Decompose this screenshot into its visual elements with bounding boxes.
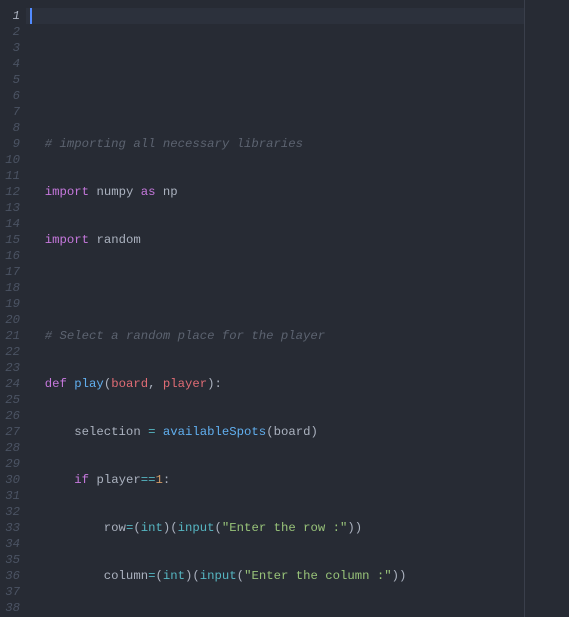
line-number: 7 bbox=[0, 104, 20, 120]
line-number: 1 bbox=[0, 8, 20, 24]
line-number: 21 bbox=[0, 328, 20, 344]
line-number: 18 bbox=[0, 280, 20, 296]
code-line: # importing all necessary libraries bbox=[30, 136, 524, 152]
line-number: 19 bbox=[0, 296, 20, 312]
line-number: 26 bbox=[0, 408, 20, 424]
line-number: 10 bbox=[0, 152, 20, 168]
line-number: 3 bbox=[0, 40, 20, 56]
line-number: 32 bbox=[0, 504, 20, 520]
line-number: 6 bbox=[0, 88, 20, 104]
line-number: 35 bbox=[0, 552, 20, 568]
line-number: 12 bbox=[0, 184, 20, 200]
line-number: 28 bbox=[0, 440, 20, 456]
line-number: 17 bbox=[0, 264, 20, 280]
line-number: 38 bbox=[0, 600, 20, 616]
line-number: 31 bbox=[0, 488, 20, 504]
code-line: # Select a random place for the player bbox=[30, 328, 524, 344]
code-line: row=(int)(input("Enter the row :")) bbox=[30, 520, 524, 536]
line-number: 9 bbox=[0, 136, 20, 152]
code-line: if player==1: bbox=[30, 472, 524, 488]
code-line: import numpy as np bbox=[30, 184, 524, 200]
line-number: 29 bbox=[0, 456, 20, 472]
line-number: 25 bbox=[0, 392, 20, 408]
line-number: 27 bbox=[0, 424, 20, 440]
code-line bbox=[30, 280, 524, 296]
line-number: 16 bbox=[0, 248, 20, 264]
code-line bbox=[30, 88, 524, 104]
line-number: 20 bbox=[0, 312, 20, 328]
code-editor[interactable]: # importing all necessary libraries impo… bbox=[26, 0, 525, 617]
code-line: selection = availableSpots(board) bbox=[30, 424, 524, 440]
code-line: column=(int)(input("Enter the column :")… bbox=[30, 568, 524, 584]
code-line: def play(board, player): bbox=[30, 376, 524, 392]
line-number: 13 bbox=[0, 200, 20, 216]
line-number: 37 bbox=[0, 584, 20, 600]
comment: # importing all necessary libraries bbox=[45, 137, 303, 151]
line-number: 11 bbox=[0, 168, 20, 184]
line-number: 30 bbox=[0, 472, 20, 488]
line-number: 34 bbox=[0, 536, 20, 552]
line-number: 24 bbox=[0, 376, 20, 392]
line-number: 4 bbox=[0, 56, 20, 72]
line-number: 33 bbox=[0, 520, 20, 536]
line-number: 5 bbox=[0, 72, 20, 88]
line-number: 36 bbox=[0, 568, 20, 584]
line-number: 8 bbox=[0, 120, 20, 136]
code-line: import random bbox=[30, 232, 524, 248]
line-number: 22 bbox=[0, 344, 20, 360]
text-cursor bbox=[30, 8, 32, 24]
line-number: 23 bbox=[0, 360, 20, 376]
line-number: 14 bbox=[0, 216, 20, 232]
line-number: 15 bbox=[0, 232, 20, 248]
active-line-highlight bbox=[26, 8, 524, 24]
line-number: 2 bbox=[0, 24, 20, 40]
comment: # Select a random place for the player bbox=[45, 329, 325, 343]
line-gutter: 1234567891011121314151617181920212223242… bbox=[0, 0, 26, 617]
